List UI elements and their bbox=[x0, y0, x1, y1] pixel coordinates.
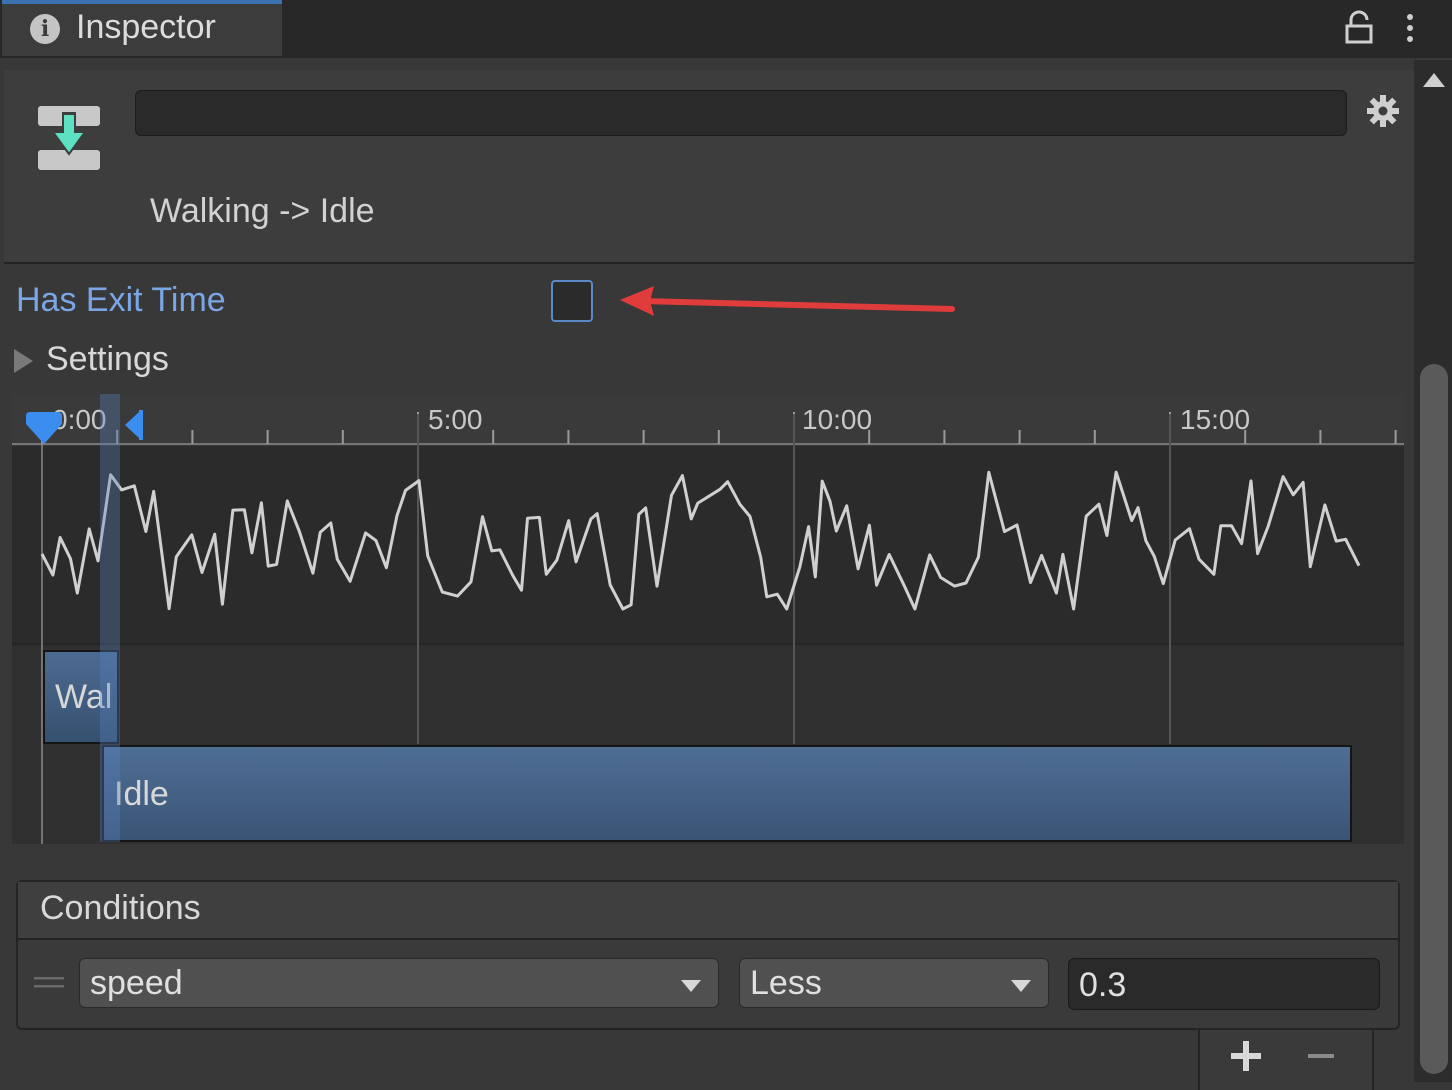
clip-idle-label: Idle bbox=[114, 775, 169, 813]
info-icon: i bbox=[30, 14, 60, 44]
settings-foldout-label[interactable]: Settings bbox=[46, 340, 169, 379]
more-options-icon[interactable] bbox=[1400, 10, 1420, 46]
transition-duration-band[interactable] bbox=[100, 394, 120, 842]
transition-icon bbox=[38, 106, 100, 170]
scrollbar-thumb[interactable] bbox=[1420, 364, 1448, 1074]
ruler-label-10: 10:00 bbox=[802, 404, 873, 435]
foldout-arrow-icon[interactable] bbox=[12, 348, 34, 374]
chevron-down-icon bbox=[1011, 980, 1031, 992]
transition-end-marker-icon[interactable] bbox=[121, 408, 145, 442]
clip-idle[interactable]: Idle bbox=[102, 745, 1352, 842]
scroll-up-arrow-icon[interactable] bbox=[1422, 72, 1446, 88]
conditions-title: Conditions bbox=[40, 889, 201, 927]
lock-icon[interactable] bbox=[1342, 10, 1376, 46]
conditions-footer bbox=[1198, 1030, 1374, 1090]
conditions-header bbox=[18, 882, 1398, 940]
condition-parameter-value: speed bbox=[90, 964, 183, 1002]
has-exit-time-checkbox[interactable] bbox=[551, 280, 593, 322]
ruler-label-5: 5:00 bbox=[428, 404, 483, 435]
condition-parameter-dropdown[interactable]: speed bbox=[79, 958, 719, 1008]
condition-threshold-field[interactable]: 0.3 bbox=[1068, 958, 1380, 1010]
tab-title: Inspector bbox=[76, 8, 216, 46]
transition-start-marker-icon[interactable] bbox=[24, 412, 64, 446]
annotation-arrow-icon bbox=[620, 286, 955, 316]
chevron-down-icon bbox=[681, 980, 701, 992]
remove-condition-button[interactable] bbox=[1306, 1040, 1336, 1072]
transition-title: Walking -> Idle bbox=[150, 192, 375, 230]
has-exit-time-label: Has Exit Time bbox=[16, 281, 226, 319]
drag-handle-icon[interactable] bbox=[34, 976, 64, 990]
transition-name-field[interactable] bbox=[135, 90, 1347, 136]
ruler-label-15: 15:00 bbox=[1180, 404, 1251, 435]
condition-mode-dropdown[interactable]: Less bbox=[739, 958, 1049, 1008]
condition-mode-value: Less bbox=[750, 964, 822, 1002]
gear-icon[interactable] bbox=[1366, 94, 1400, 128]
add-condition-button[interactable] bbox=[1230, 1040, 1262, 1072]
